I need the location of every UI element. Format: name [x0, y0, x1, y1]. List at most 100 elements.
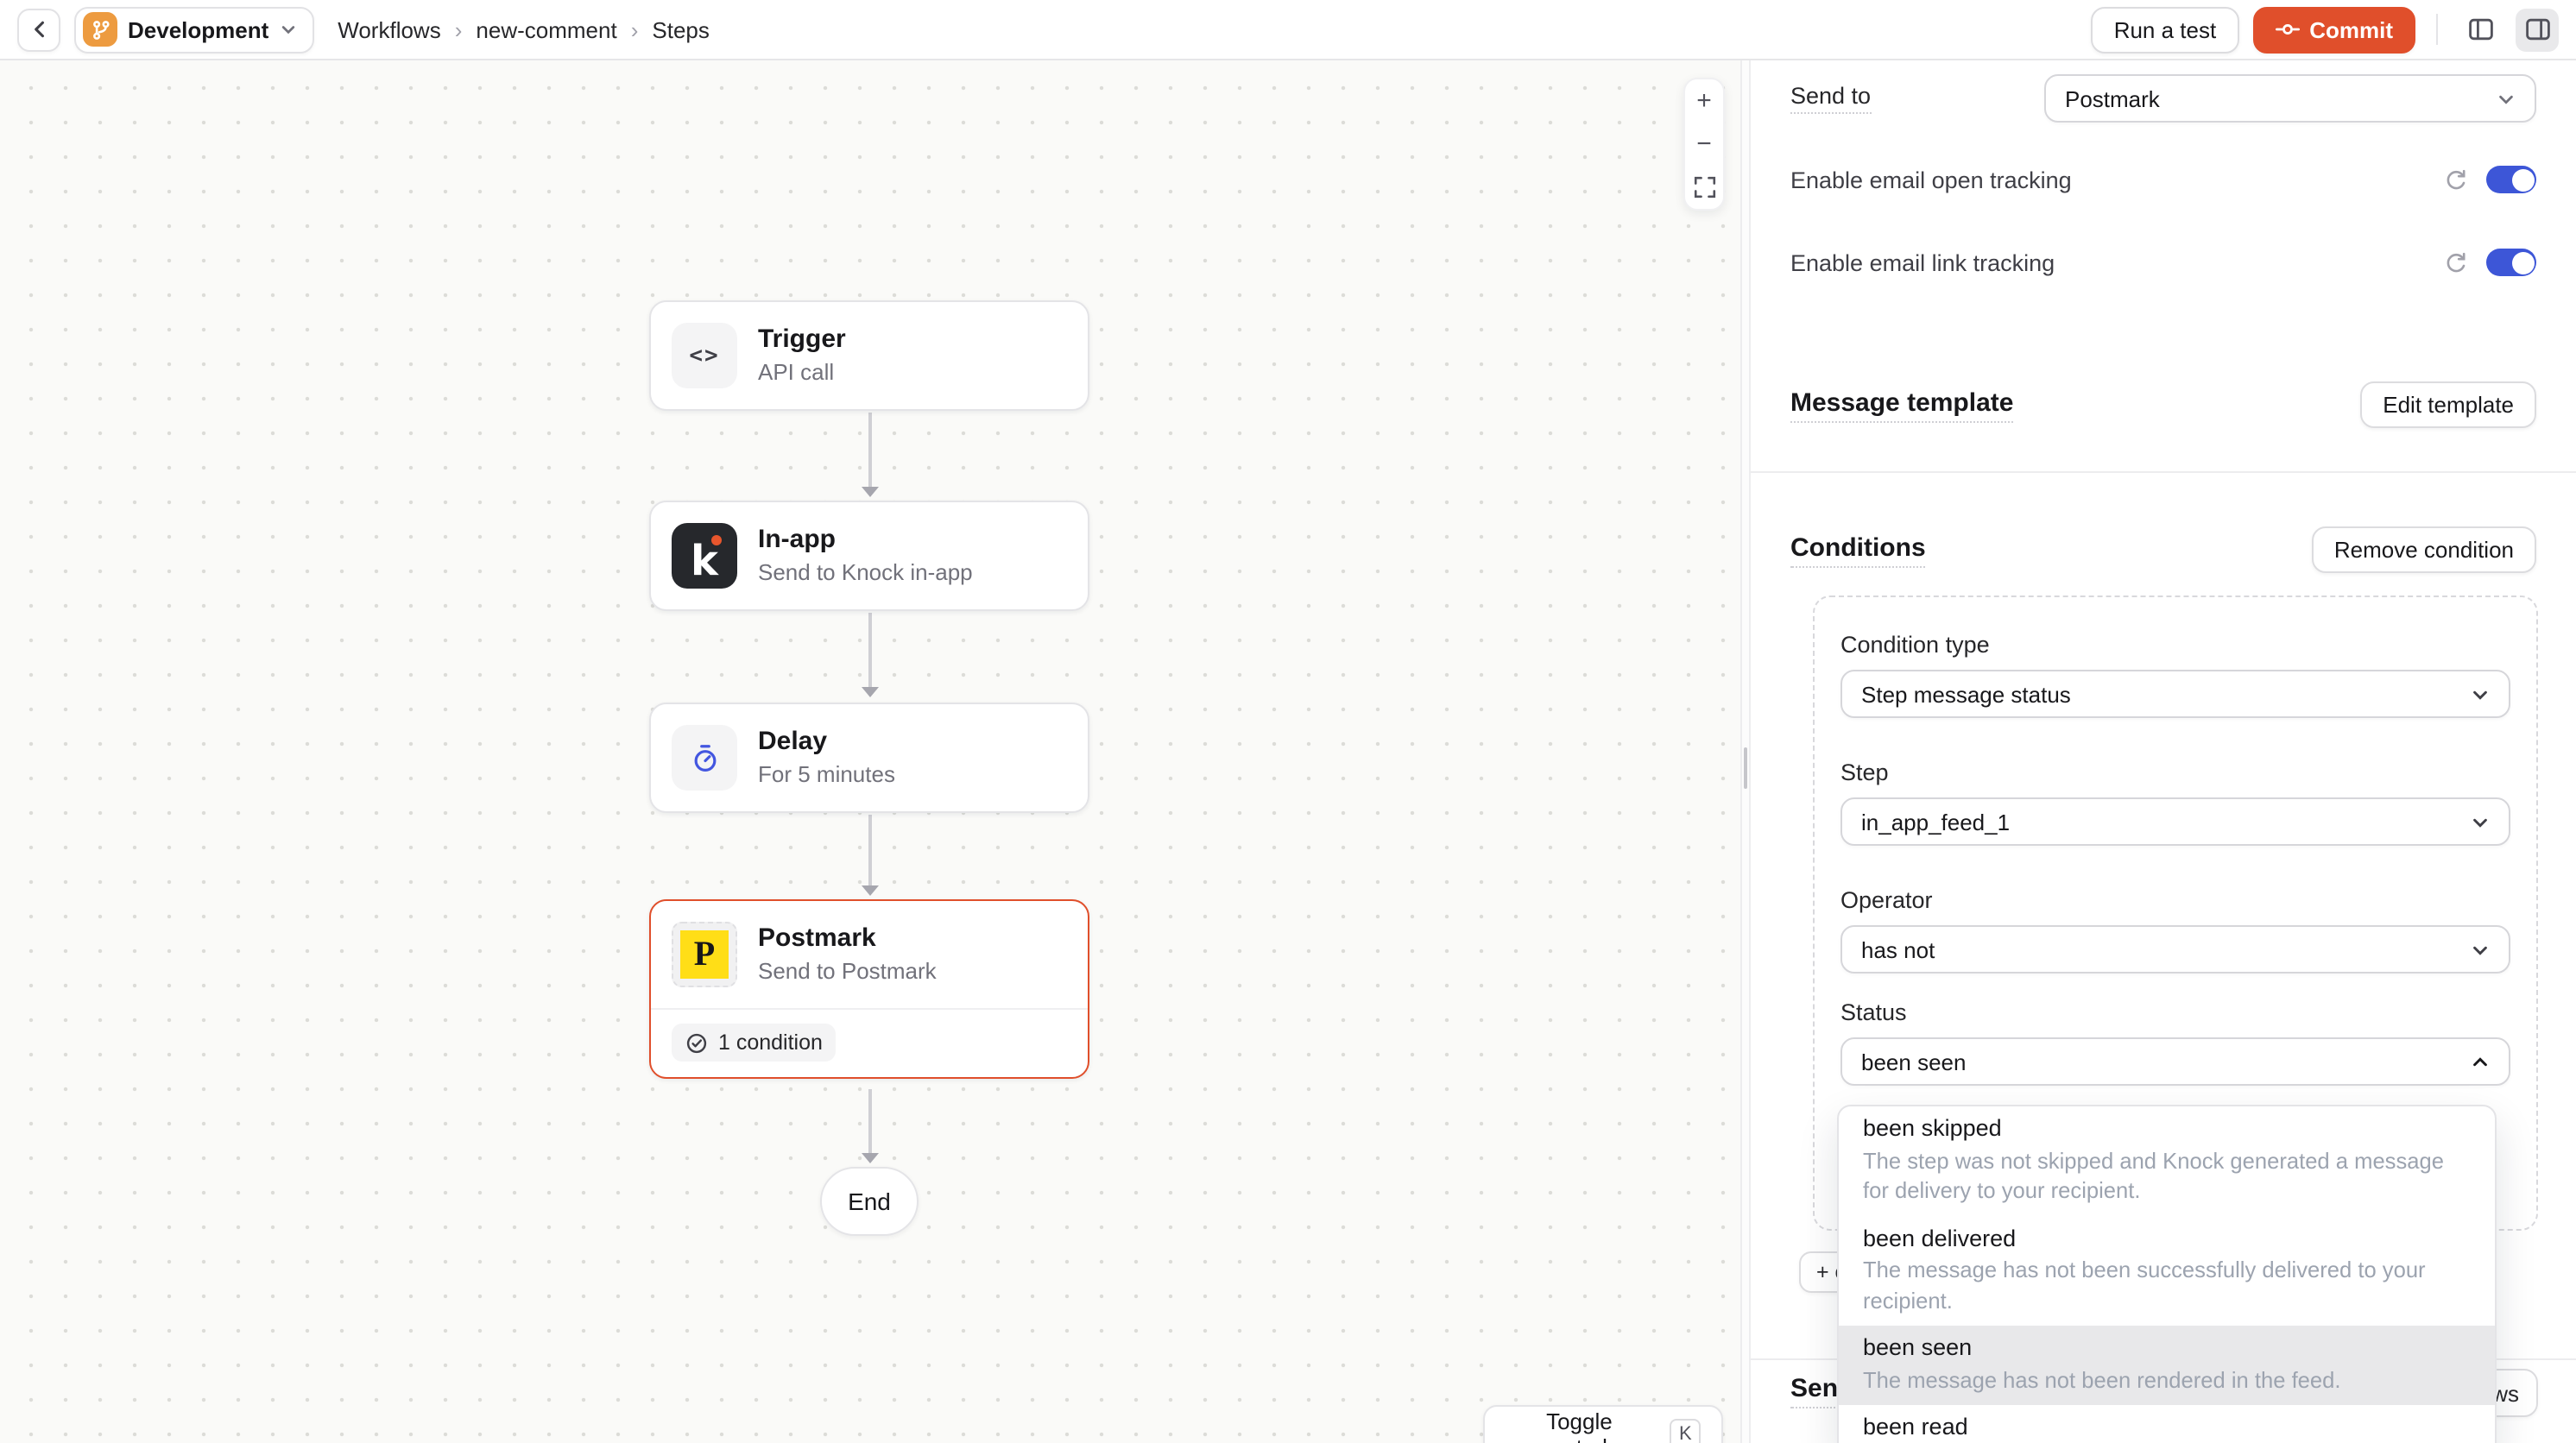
conditions-row: Conditions Remove condition — [1790, 526, 2536, 573]
option-title: been skipped — [1863, 1113, 2471, 1143]
connector-line — [868, 613, 871, 687]
node-subtitle: Send to Postmark — [758, 958, 937, 986]
connector-arrow-icon — [861, 885, 878, 896]
fit-view-button[interactable] — [1683, 166, 1725, 209]
breadcrumb-current-page: Steps — [652, 16, 710, 42]
option-description: The message has not been rendered in the… — [1863, 1364, 2471, 1395]
step-select[interactable]: in_app_feed_1 — [1840, 797, 2510, 846]
condition-type-label: Condition type — [1840, 632, 2510, 658]
top-bar: Development Workflows › new-comment › St… — [0, 0, 2576, 60]
dropdown-option-been-delivered[interactable]: been delivered The message has not been … — [1839, 1216, 2495, 1326]
condition-type-value: Step message status — [1861, 681, 2071, 707]
chevron-left-icon — [28, 19, 49, 40]
option-title: been seen — [1863, 1333, 2471, 1362]
node-subtitle: API call — [758, 359, 846, 387]
status-dropdown-menu: been skipped The step was not skipped an… — [1837, 1105, 2497, 1443]
connector-line — [868, 1089, 871, 1153]
link-tracking-label: Enable email link tracking — [1790, 249, 2055, 275]
link-tracking-row: Enable email link tracking — [1790, 242, 2536, 283]
status-select[interactable]: been seen — [1840, 1037, 2510, 1086]
left-panel-icon — [2466, 16, 2494, 43]
node-delay[interactable]: Delay For 5 minutes — [649, 703, 1089, 813]
zoom-in-button[interactable]: + — [1683, 79, 1725, 123]
stopwatch-icon — [672, 725, 737, 791]
main-area: <> Trigger API call k In-app Send to Kno… — [0, 60, 2576, 1443]
dropdown-option-been-seen[interactable]: been seen The message has not been rende… — [1839, 1326, 2495, 1405]
chevron-down-icon — [2471, 684, 2490, 703]
dropdown-option-been-skipped[interactable]: been skipped The step was not skipped an… — [1839, 1106, 2495, 1216]
operator-select[interactable]: has not — [1840, 925, 2510, 974]
knock-logo-icon: k — [672, 523, 737, 589]
link-tracking-toggle[interactable] — [2486, 249, 2536, 276]
connector-arrow-icon — [861, 1153, 878, 1163]
node-delay-head: Delay For 5 minutes — [651, 704, 1088, 811]
commit-button[interactable]: Commit — [2252, 6, 2415, 53]
option-title: been delivered — [1863, 1223, 2471, 1252]
option-description: The message has not been successfully de… — [1863, 1255, 2471, 1315]
connector-arrow-icon — [861, 687, 878, 697]
open-tracking-row: Enable email open tracking — [1790, 159, 2536, 200]
node-subtitle: Send to Knock in-app — [758, 559, 973, 587]
environment-name: Development — [128, 16, 268, 42]
node-in-app-head: k In-app Send to Knock in-app — [651, 502, 1088, 609]
end-label: End — [848, 1188, 891, 1215]
node-end[interactable]: End — [820, 1167, 919, 1236]
zoom-out-button[interactable]: − — [1683, 123, 1725, 166]
branch-icon — [83, 12, 117, 47]
breadcrumb-separator: › — [455, 16, 463, 42]
panel-resize-gutter — [1740, 60, 1751, 1443]
option-title: been read — [1863, 1412, 2471, 1441]
sync-icon[interactable] — [2443, 167, 2469, 192]
sync-icon[interactable] — [2443, 249, 2469, 275]
connector-line — [868, 413, 871, 487]
breadcrumb: Workflows › new-comment › Steps — [338, 16, 710, 42]
node-in-app[interactable]: k In-app Send to Knock in-app — [649, 501, 1089, 611]
message-template-row: Message template Edit template — [1790, 381, 2536, 428]
connector-arrow-icon — [861, 487, 878, 497]
node-postmark-head: P Postmark Send to Postmark — [651, 901, 1088, 1008]
right-panel-icon — [2523, 16, 2551, 43]
condition-type-select[interactable]: Step message status — [1840, 670, 2510, 718]
condition-type-field: Condition type Step message status — [1840, 632, 2510, 718]
dropdown-option-been-read[interactable]: been read — [1839, 1405, 2495, 1443]
workflow-canvas[interactable]: <> Trigger API call k In-app Send to Kno… — [0, 60, 1740, 1443]
breadcrumb-workflow-name[interactable]: new-comment — [476, 16, 616, 42]
send-to-value: Postmark — [2065, 85, 2160, 111]
keyboard-shortcut-badge: K — [1670, 1419, 1701, 1443]
status-label: Status — [1840, 999, 2510, 1025]
run-a-test-button[interactable]: Run a test — [2092, 6, 2239, 53]
chevron-up-icon — [2471, 1052, 2490, 1071]
status-value: been seen — [1861, 1049, 1966, 1074]
node-trigger-head: <> Trigger API call — [651, 302, 1088, 409]
chevron-down-icon — [2497, 89, 2516, 108]
operator-value: has not — [1861, 936, 1935, 962]
edit-template-button[interactable]: Edit template — [2360, 381, 2536, 428]
node-title: Postmark — [758, 923, 937, 955]
postmark-stamp-icon: P — [672, 922, 737, 987]
connector-line — [868, 815, 871, 885]
canvas-zoom-controls: + − — [1683, 78, 1725, 211]
environment-switcher[interactable]: Development — [74, 6, 313, 53]
breadcrumb-separator: › — [631, 16, 639, 42]
open-tracking-toggle[interactable] — [2486, 166, 2536, 193]
node-trigger[interactable]: <> Trigger API call — [649, 300, 1089, 411]
chevron-down-icon — [279, 21, 296, 38]
fullscreen-icon — [1693, 176, 1715, 198]
commit-label: Commit — [2309, 16, 2393, 42]
node-postmark[interactable]: P Postmark Send to Postmark 1 condition — [649, 899, 1089, 1078]
breadcrumb-workflows[interactable]: Workflows — [338, 16, 440, 42]
back-button[interactable] — [17, 8, 60, 51]
resize-grip[interactable] — [1744, 747, 1747, 789]
condition-count-label: 1 condition — [718, 1030, 823, 1055]
send-to-select[interactable]: Postmark — [2044, 74, 2536, 123]
step-label: Step — [1840, 759, 2510, 785]
node-title: Delay — [758, 727, 895, 758]
toggle-controls-label: Toggle controls — [1506, 1408, 1653, 1443]
check-circle-icon — [685, 1031, 708, 1054]
remove-condition-button[interactable]: Remove condition — [2312, 526, 2536, 573]
toggle-controls-button[interactable]: Toggle controls K — [1483, 1405, 1723, 1443]
node-title: Trigger — [758, 325, 846, 356]
toggle-left-panel-button[interactable] — [2459, 8, 2502, 51]
toggle-right-panel-button[interactable] — [2516, 8, 2559, 51]
condition-count-badge[interactable]: 1 condition — [672, 1024, 837, 1062]
